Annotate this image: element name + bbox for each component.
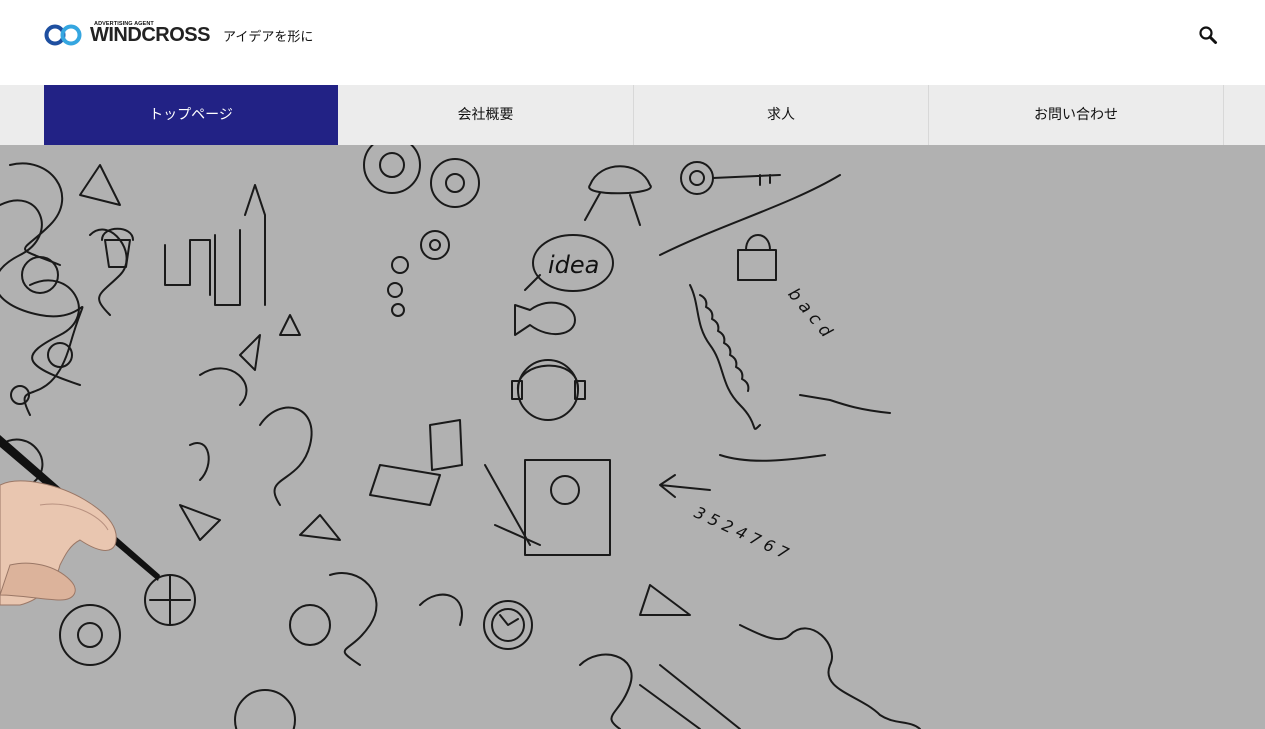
main-navigation: トップページ 会社概要 求人 お問い合わせ	[0, 85, 1265, 145]
nav-item-company-profile[interactable]: 会社概要	[338, 85, 634, 145]
idea-text: idea	[548, 251, 599, 279]
hand-with-pen-image	[0, 435, 160, 606]
idea-doodle-illustration: idea b a c d 3 5 2 4 7 6 7	[0, 145, 921, 729]
nav-item-label: お問い合わせ	[1034, 107, 1118, 123]
doodle-numbers: 3 5 2 4 7 6 7	[691, 503, 792, 564]
nav-item-top-page[interactable]: トップページ	[44, 85, 338, 145]
search-button[interactable]	[1197, 24, 1219, 46]
logo-mark-icon	[44, 24, 82, 46]
nav-item-recruitment[interactable]: 求人	[634, 85, 929, 145]
nav-item-contact[interactable]: お問い合わせ	[929, 85, 1224, 145]
nav-item-label: 会社概要	[457, 107, 514, 123]
site-header: ADVERTISING AGENT WINDCROSS アイデアを形に	[0, 0, 1265, 85]
search-icon	[1199, 26, 1217, 44]
site-tagline: アイデアを形に	[223, 30, 314, 45]
nav-item-label: トップページ	[149, 107, 233, 123]
doodle-letters: b a c d	[784, 284, 836, 341]
nav-item-label: 求人	[767, 107, 795, 123]
windcross-logo[interactable]: ADVERTISING AGENT WINDCROSS	[44, 20, 210, 48]
hero-image: idea b a c d 3 5 2 4 7 6 7	[0, 145, 1265, 729]
logo-wordmark: WINDCROSS	[90, 24, 210, 46]
